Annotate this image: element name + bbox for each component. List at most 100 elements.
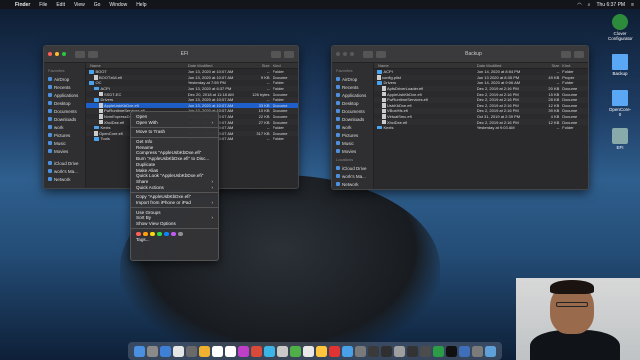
menu-item-move-to-trash[interactable]: Move to Trash	[131, 129, 218, 135]
tag-color-dot[interactable]	[143, 231, 148, 237]
sidebar-item-documents[interactable]: Documents	[44, 107, 85, 115]
table-row[interactable]: FwRuntimeServices.efi Dec 2, 2019 at 2:16…	[374, 96, 588, 103]
dock-app-icon[interactable]	[251, 345, 262, 357]
menu-file[interactable]: File	[39, 2, 47, 8]
sidebar-item-desktop[interactable]: Desktop	[44, 99, 85, 107]
menu-item-import-from-iphone-or-ipad[interactable]: Import from iPhone or iPad ›	[131, 200, 218, 206]
column-kind[interactable]: Kind	[562, 63, 588, 68]
dock-app-icon[interactable]	[290, 345, 301, 357]
table-row[interactable]: AppleUsbKbDxe.efi Dec 2, 2019 at 2:16 PM 1…	[374, 91, 588, 97]
column-date[interactable]: Date Modified	[477, 63, 537, 68]
tag-color-dot[interactable]	[157, 231, 162, 237]
dock-app-icon[interactable]	[277, 345, 288, 357]
sidebar-item-work-s-ma-[interactable]: work's Ma...	[332, 172, 373, 180]
menu-help[interactable]: Help	[136, 2, 146, 8]
sidebar-item-downloads[interactable]: Downloads	[332, 115, 373, 123]
close-button[interactable]	[336, 52, 340, 56]
dock-app-icon[interactable]	[225, 345, 236, 357]
sidebar-item-movies[interactable]: Movies	[332, 147, 373, 155]
sidebar-item-applications[interactable]: Applications	[44, 91, 85, 99]
sidebar-item-recents[interactable]: Recents	[332, 83, 373, 91]
close-button[interactable]	[48, 52, 52, 56]
sidebar-item-documents[interactable]: Documents	[332, 107, 373, 115]
minimize-button[interactable]	[343, 52, 347, 56]
menu-item-open-with[interactable]: Open With ›	[131, 120, 218, 126]
wifi-icon[interactable]: ◠	[577, 2, 581, 8]
dock-app-icon[interactable]	[186, 345, 197, 357]
zoom-button[interactable]	[350, 52, 354, 56]
menu-go[interactable]: Go	[94, 2, 101, 8]
column-size[interactable]: Size	[537, 63, 563, 68]
table-row[interactable]: Drivers Jun 13, 2020 at 10:07 AM -- Folder	[86, 96, 298, 103]
column-name[interactable]: Name	[86, 63, 188, 68]
dock-app-icon[interactable]	[238, 345, 249, 357]
tag-color-dot[interactable]	[171, 231, 176, 237]
column-size[interactable]: Size	[247, 63, 272, 68]
sidebar-item-icloud-drive[interactable]: iCloud Drive	[44, 159, 85, 167]
back-button[interactable]	[363, 50, 373, 58]
dock-app-icon[interactable]	[446, 345, 457, 357]
sidebar-item-downloads[interactable]: Downloads	[44, 115, 85, 123]
table-row[interactable]: Kexts Yesterday at 9:03 AM -- Folder	[374, 125, 588, 131]
desktop-item-clover[interactable]: Clover Configurator	[608, 14, 633, 41]
dock-app-icon[interactable]	[420, 345, 431, 357]
search-button[interactable]	[284, 50, 294, 58]
tag-color-dot[interactable]	[178, 231, 183, 237]
dock-app-icon[interactable]	[485, 345, 496, 357]
dock-app-icon[interactable]	[355, 345, 366, 357]
sidebar-item-desktop[interactable]: Desktop	[332, 99, 373, 107]
clock[interactable]: Thu 6:37 PM	[596, 2, 625, 8]
sidebar-item-work[interactable]: work	[44, 123, 85, 131]
column-kind[interactable]: Kind	[273, 63, 298, 68]
sidebar-item-pictures[interactable]: Pictures	[332, 131, 373, 139]
table-row[interactable]: VBoxHfs.efi Dec 2, 2019 at 2:16 PM 39 KB Do…	[374, 108, 588, 114]
dock-app-icon[interactable]	[199, 345, 210, 357]
action-button[interactable]	[561, 50, 571, 58]
zoom-button[interactable]	[62, 52, 66, 56]
back-button[interactable]	[75, 50, 85, 58]
dock-app-icon[interactable]	[368, 345, 379, 357]
dock-app-icon[interactable]	[173, 345, 184, 357]
sidebar-item-pictures[interactable]: Pictures	[44, 131, 85, 139]
dock-app-icon[interactable]	[329, 345, 340, 357]
sidebar-item-applications[interactable]: Applications	[332, 91, 373, 99]
dock-app-icon[interactable]	[147, 345, 158, 357]
search-button[interactable]	[574, 50, 584, 58]
table-row[interactable]: AppleUsbKbDxe.efi Jun 13, 2020 at 10:07 A…	[86, 102, 298, 109]
action-button[interactable]	[271, 50, 281, 58]
sidebar-item-recents[interactable]: Recents	[44, 83, 85, 91]
tag-color-dot[interactable]	[164, 231, 169, 237]
desktop-item-opencore[interactable]: OpenCore-0	[608, 90, 632, 117]
sidebar-item-music[interactable]: Music	[332, 139, 373, 147]
sidebar-item-work[interactable]: work	[332, 123, 373, 131]
dock-app-icon[interactable]	[160, 345, 171, 357]
menu-item-show-view-options[interactable]: Show View Options	[131, 221, 218, 227]
dock-app-icon[interactable]	[212, 345, 223, 357]
table-row[interactable]: ApfsDriverLoader.efi Dec 2, 2019 at 2:16 …	[374, 85, 588, 92]
dock-app-icon[interactable]	[134, 345, 145, 357]
view-toggle[interactable]	[88, 50, 98, 58]
table-row[interactable]: UsbKbDxe.efi Dec 2, 2019 at 2:16 PM 12 KB D…	[374, 103, 588, 109]
menu-finder[interactable]: Finder	[15, 2, 30, 8]
table-row[interactable]: BOOT Jun 13, 2020 at 10:07 AM -- Folder	[86, 69, 298, 75]
dock-app-icon[interactable]	[394, 345, 405, 357]
tag-color-dot[interactable]	[150, 231, 155, 237]
sidebar-item-movies[interactable]: Movies	[44, 147, 85, 155]
sidebar-item-music[interactable]: Music	[44, 139, 85, 147]
column-date[interactable]: Date Modified	[188, 63, 247, 68]
table-row[interactable]: BOOTx64.efi Jun 13, 2020 at 10:07 AM 9 KB D…	[86, 74, 298, 81]
sidebar-item-work-s-ma-[interactable]: work's Ma...	[44, 167, 85, 175]
menu-view[interactable]: View	[74, 2, 85, 8]
minimize-button[interactable]	[55, 52, 59, 56]
dock-app-icon[interactable]	[342, 345, 353, 357]
dock-app-icon[interactable]	[303, 345, 314, 357]
dock-app-icon[interactable]	[264, 345, 275, 357]
table-row[interactable]: VirtualSmc.efi Oct 31, 2019 at 2:39 PM 4 K…	[374, 114, 588, 120]
control-center-icon[interactable]: ≡	[631, 2, 634, 8]
menu-item-quick-actions[interactable]: Quick Actions ›	[131, 185, 218, 191]
dock-app-icon[interactable]	[407, 345, 418, 357]
desktop-item-efi[interactable]: EFI	[608, 128, 632, 150]
dock-app-icon[interactable]	[472, 345, 483, 357]
menu-item-tags[interactable]: Tags...	[131, 237, 218, 243]
table-row[interactable]: ACPI Jun 13, 2020 at 6:37 PM -- Folder	[86, 85, 298, 92]
